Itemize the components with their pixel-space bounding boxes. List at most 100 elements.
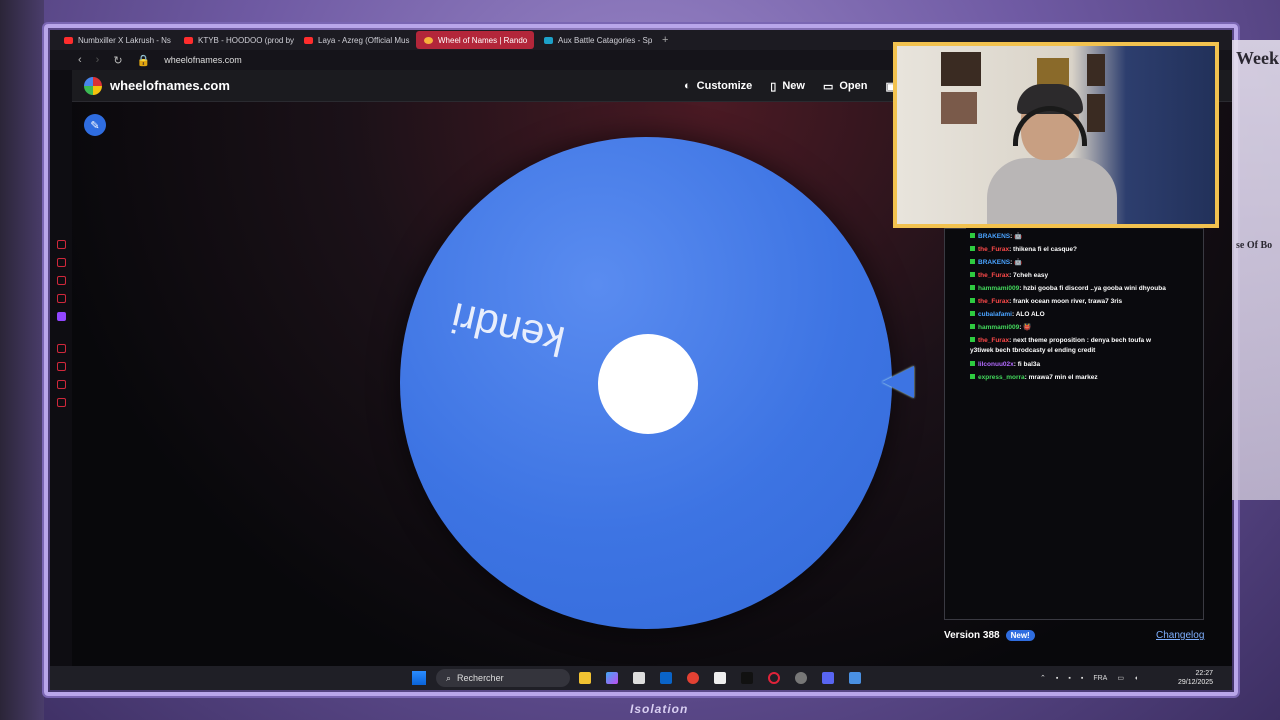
chat-username[interactable]: express_morra <box>978 374 1025 381</box>
sidebar-icon[interactable] <box>56 294 66 303</box>
chat-badge-icon <box>970 311 975 316</box>
sidebar-icon[interactable] <box>56 258 66 267</box>
taskbar-search[interactable]: ⌕ Rechercher <box>436 669 570 687</box>
chat-message: express_morra: mrawa7 min el markez <box>970 371 1176 384</box>
tab-label: Wheel of Names | Rando <box>438 35 528 45</box>
tab-3[interactable]: Laya - Azreg (Official Mus <box>296 31 414 49</box>
chat-message: the_Furax: frank ocean moon river, trawa… <box>970 295 1176 308</box>
system-tray: ⌃ ▪ ▪ ▪ FRA ▭ ◖ <box>1040 666 1138 690</box>
chat-username[interactable]: cubalafami <box>978 311 1012 318</box>
tab-5[interactable]: Aux Battle Catagories - Sp <box>536 31 654 49</box>
chat-text: : frank ocean moon river, trawa7 3ris <box>1009 298 1123 305</box>
chat-message: BRAKENS: 🤖 <box>970 230 1176 243</box>
chat-badge-icon <box>970 337 975 342</box>
volume-icon[interactable]: ◖ <box>1134 675 1138 682</box>
language-indicator[interactable]: FRA <box>1093 675 1107 682</box>
store-icon[interactable] <box>633 672 645 684</box>
chat-username[interactable]: hammami009 <box>978 324 1019 331</box>
chat-text: : 🤖 <box>1010 233 1023 240</box>
chat-text: : hzbi gooba fi discord ..ya gooba wini … <box>1019 285 1166 292</box>
reload-icon[interactable]: ↻ <box>113 54 122 67</box>
youtube-icon <box>184 36 193 44</box>
sidebar-icon[interactable] <box>56 276 66 285</box>
changelog-link[interactable]: Changelog <box>1156 630 1204 641</box>
twitch-icon[interactable] <box>56 312 66 321</box>
wall-poster: Week se Of Bo <box>1232 40 1280 500</box>
network-icon[interactable]: ▭ <box>1117 674 1124 682</box>
chat-username[interactable]: the_Furax <box>978 337 1009 344</box>
url-field[interactable]: wheelofnames.com <box>164 55 242 65</box>
chat-username[interactable]: hammami009 <box>978 285 1019 292</box>
chat-username[interactable]: the_Furax <box>978 272 1009 279</box>
opera-gx-icon[interactable] <box>768 672 780 684</box>
header-toolbar: ◐ Customize ▯ New ▭ Open ▣ <box>684 70 896 102</box>
copilot-icon[interactable] <box>606 672 618 684</box>
edit-pencil-button[interactable]: ✎ <box>84 114 106 136</box>
chat-badge-icon <box>970 374 975 379</box>
browser-sidebar <box>50 70 72 690</box>
lock-icon: 🔒 <box>136 54 151 67</box>
tab-4-active[interactable]: Wheel of Names | Rando <box>416 31 534 49</box>
back-icon[interactable]: ‹ <box>78 54 82 66</box>
chat-text: : thikena fi el casque? <box>1009 246 1077 253</box>
file-explorer-icon[interactable] <box>579 672 591 684</box>
customize-label: Customize <box>696 80 753 92</box>
windows-taskbar: ⌕ Rechercher ⌃ ▪ ▪ ▪ FRA ▭ ◖ 22:27 29/12/… <box>50 666 1232 690</box>
windows-start-icon[interactable] <box>412 671 426 685</box>
chat-badge-icon <box>970 298 975 303</box>
tray-icon[interactable]: ▪ <box>1056 675 1058 682</box>
notepad-icon[interactable] <box>849 672 861 684</box>
new-tab-button[interactable]: + <box>656 34 674 46</box>
customize-button[interactable]: ◐ Customize <box>684 80 752 92</box>
clock-date: 29/12/2025 <box>1178 679 1214 686</box>
search-placeholder: Rechercher <box>457 673 504 683</box>
new-label: New <box>782 80 805 92</box>
chat-text: : mrawa7 min el markez <box>1024 374 1098 381</box>
chat-message: the_Furax: thikena fi el casque? <box>970 243 1176 256</box>
stream-chat: BRAKENS: 🤖 the_Furax: thikena fi el casqu… <box>966 228 1180 381</box>
chat-username[interactable]: the_Furax <box>978 246 1009 253</box>
webcam-overlay <box>893 42 1219 228</box>
tab-1[interactable]: Numbxiller X Lakrush - Ns <box>56 31 174 49</box>
chevron-up-icon[interactable]: ⌃ <box>1040 674 1046 682</box>
wheel-pointer-icon <box>882 366 914 398</box>
chat-text: : 👹 <box>1019 324 1032 331</box>
folder-icon: ▭ <box>822 80 834 93</box>
tiktok-icon[interactable] <box>741 672 753 684</box>
tray-icon[interactable]: ▪ <box>1068 675 1070 682</box>
new-button[interactable]: ▯ New <box>770 80 805 93</box>
chat-badge-icon <box>970 259 975 264</box>
poster-text-1: Week <box>1236 48 1279 68</box>
outlook-icon[interactable] <box>660 672 672 684</box>
site-name[interactable]: wheelofnames.com <box>110 78 230 93</box>
sidebar-icon[interactable] <box>56 380 66 389</box>
chat-username[interactable]: BRAKENS <box>978 259 1010 266</box>
settings-icon[interactable] <box>56 398 66 407</box>
chat-message: cubalafami: ALO ALO <box>970 308 1176 321</box>
background-wall <box>0 0 44 720</box>
forward-icon[interactable]: › <box>96 54 100 66</box>
history-icon[interactable] <box>56 362 66 371</box>
wheel-center-hub[interactable] <box>598 334 698 434</box>
wheel-favicon-icon <box>424 36 433 44</box>
file-icon: ▯ <box>770 80 777 93</box>
chat-username[interactable]: the_Furax <box>978 298 1009 305</box>
tab-2[interactable]: KTYB - HOODOO (prod by <box>176 31 294 49</box>
streamer-body <box>987 158 1117 224</box>
chrome-icon[interactable] <box>687 672 699 684</box>
notion-icon[interactable] <box>714 672 726 684</box>
chat-username[interactable]: lilconuu02x <box>978 361 1014 368</box>
sidebar-icon[interactable] <box>56 344 66 353</box>
sidebar-icon[interactable] <box>56 240 66 249</box>
obs-icon[interactable] <box>795 672 807 684</box>
microphone-icon[interactable]: ▪ <box>1081 675 1083 682</box>
chat-badge-icon <box>970 272 975 277</box>
web-favicon-icon <box>544 36 553 44</box>
streamer <box>987 80 1117 224</box>
palette-icon: ◐ <box>684 80 691 92</box>
chat-message: hammami009: 👹 <box>970 321 1176 334</box>
chat-username[interactable]: BRAKENS <box>978 233 1010 240</box>
clock[interactable]: 22:27 29/12/2025 <box>1178 669 1213 687</box>
open-button[interactable]: ▭ Open <box>823 80 868 93</box>
discord-icon[interactable] <box>822 672 834 684</box>
